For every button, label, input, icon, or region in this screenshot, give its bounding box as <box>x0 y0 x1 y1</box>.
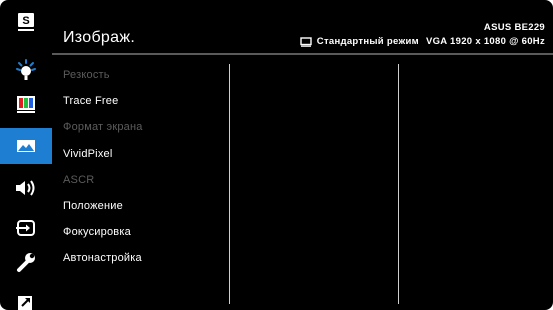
system-setup-icon <box>17 253 35 272</box>
color-icon <box>17 96 35 113</box>
sidebar-item-blue-light[interactable] <box>0 52 52 88</box>
sidebar-item-sound[interactable] <box>0 170 52 206</box>
sidebar-item-splendid[interactable]: S <box>0 4 52 40</box>
sidebar-item-input-select[interactable] <box>0 210 52 246</box>
menu-item-trace-free[interactable]: Trace Free <box>63 88 223 114</box>
menu-item-auto-adjust[interactable]: Автонастройка <box>63 245 223 271</box>
menu-item-vividpixel[interactable]: VividPixel <box>63 141 223 167</box>
input-resolution: VGA 1920 x 1080 @ 60Hz <box>425 36 545 47</box>
column-divider-2 <box>398 64 399 304</box>
sidebar: S <box>0 0 52 310</box>
osd-menu: S Изображ. ASUS BE229 Стандартный режим … <box>0 0 553 310</box>
menu-item-position[interactable]: Положение <box>63 193 223 219</box>
monitor-icon <box>300 36 312 47</box>
menu-item-aspect-control: Формат экрана <box>63 121 143 133</box>
menu-item-ascr: ASCR <box>63 174 95 186</box>
svg-text:S: S <box>22 15 29 27</box>
sidebar-item-shortcut[interactable] <box>0 284 52 310</box>
column-divider-1 <box>229 64 230 304</box>
sound-icon <box>16 180 35 196</box>
image-icon <box>17 140 35 152</box>
sidebar-item-system-setup[interactable] <box>0 244 52 280</box>
shortcut-icon <box>18 296 32 310</box>
splendid-icon: S <box>18 13 34 31</box>
page-title: Изображ. <box>63 29 136 46</box>
sidebar-item-color[interactable] <box>0 86 52 122</box>
blue-light-filter-icon <box>16 59 36 80</box>
status-line: Стандартный режим VGA 1920 x 1080 @ 60Hz <box>300 36 545 47</box>
current-mode: Стандартный режим <box>316 36 419 47</box>
menu-item-sharpness: Резкость <box>63 69 110 81</box>
input-select-icon <box>16 220 35 236</box>
menu-item-focus[interactable]: Фокусировка <box>63 219 223 245</box>
main-panel: Изображ. ASUS BE229 Стандартный режим VG… <box>52 0 553 310</box>
header-divider <box>52 53 553 55</box>
sidebar-item-image[interactable] <box>0 128 52 164</box>
model-name: ASUS BE229 <box>483 22 545 33</box>
